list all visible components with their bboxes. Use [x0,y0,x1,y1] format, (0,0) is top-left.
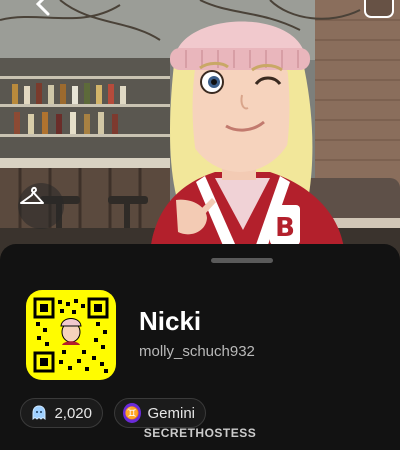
ghost-icon [29,403,48,423]
display-name: Nicki [139,306,202,336]
bitmoji-hero: B [0,0,400,262]
qr-code-icon [33,297,109,373]
sheet-grabber[interactable] [211,258,273,263]
outfit-button[interactable] [18,183,64,229]
profile-sheet: Nicki molly_schuch932 2,020 ♊ Gemini SEC… [0,244,400,450]
top-right-button[interactable] [364,0,394,18]
zodiac-chip[interactable]: ♊ Gemini [114,398,206,428]
bitmoji-scene-illustration: B [0,0,400,262]
back-chevron-icon[interactable] [30,0,56,16]
username: molly_schuch932 [139,343,255,360]
watermark: SECRETHOSTESS [143,426,257,440]
snap-score-value: 2,020 [54,404,92,422]
snapcode[interactable] [26,290,116,380]
svg-text:B: B [275,213,295,243]
zodiac-label: Gemini [147,404,195,422]
gemini-icon: ♊ [123,403,142,423]
snap-score-chip[interactable]: 2,020 [20,398,103,428]
